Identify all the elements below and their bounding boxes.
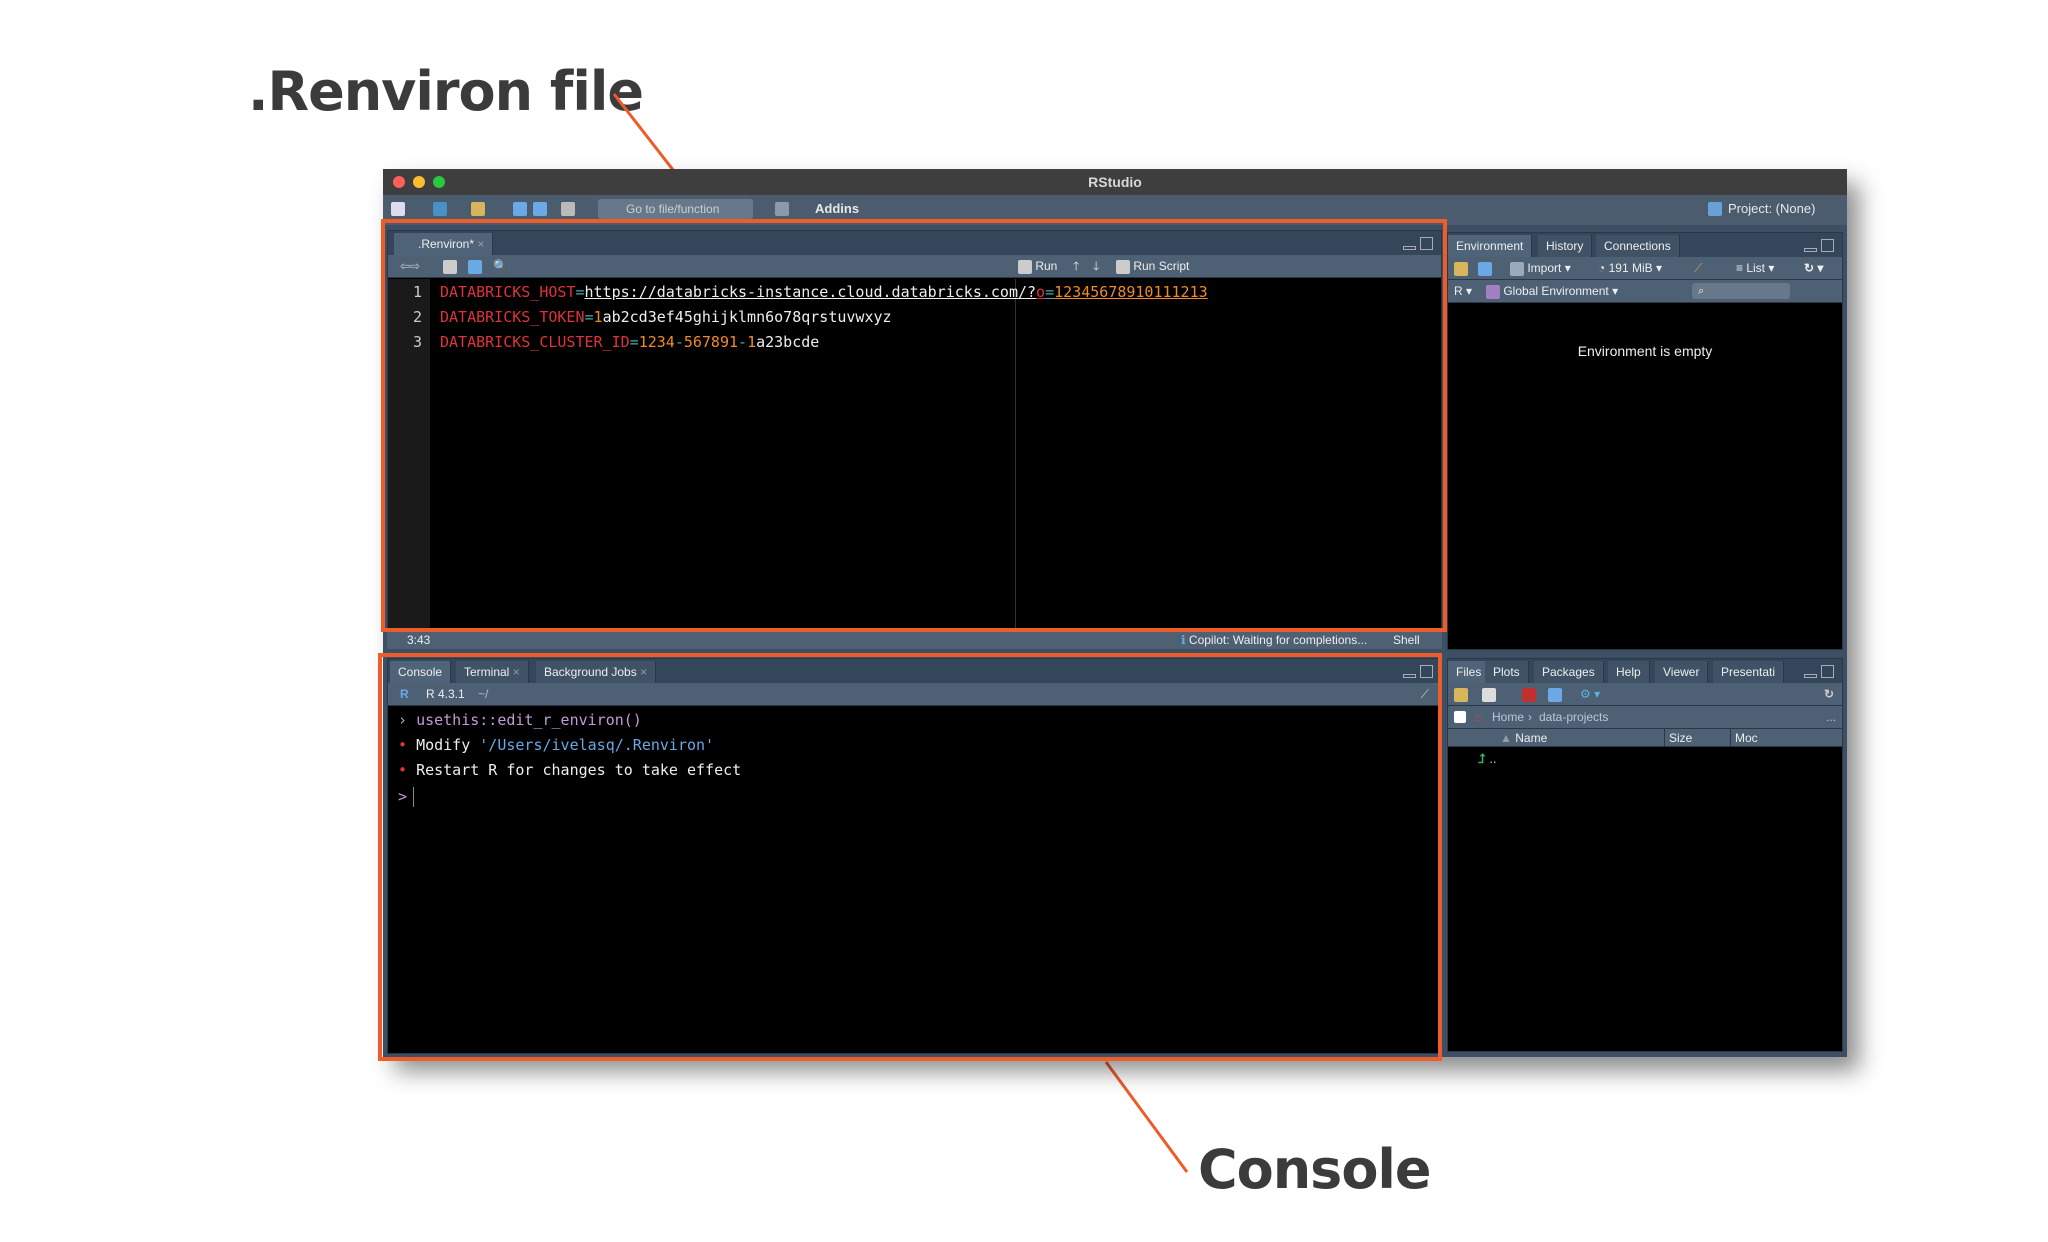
breadcrumb-home[interactable]: Home: [1492, 706, 1524, 729]
delete-file-icon[interactable]: [1522, 688, 1536, 702]
environment-tabs: Environment History Connections: [1448, 233, 1842, 257]
tab-files[interactable]: Files: [1448, 661, 1491, 683]
new-blank-file-icon[interactable]: [1482, 688, 1496, 702]
tab-connections[interactable]: Connections: [1596, 235, 1680, 257]
tab-history[interactable]: History: [1538, 235, 1593, 257]
save-icon[interactable]: [513, 202, 527, 216]
load-workspace-icon[interactable]: [1454, 262, 1468, 276]
language-select[interactable]: R ▾: [1454, 280, 1472, 303]
new-project-icon[interactable]: [433, 202, 447, 216]
copilot-status: ℹ Copilot: Waiting for completions...: [1181, 633, 1368, 647]
cursor-position: 3:43: [407, 633, 431, 647]
goto-file-input[interactable]: Go to file/function: [598, 199, 753, 219]
file-type-select[interactable]: Shell: [1393, 631, 1420, 649]
renviron-highlight-box: [381, 219, 1447, 632]
environment-toolbar: Import ▾ ◔ 191 MiB ▾ ⟋ ≡ List ▾ ↻ ▾: [1448, 257, 1842, 280]
close-window-button[interactable]: [393, 176, 405, 188]
environment-empty-message: Environment is empty: [1577, 343, 1713, 359]
home-icon[interactable]: ⌂: [1474, 706, 1481, 729]
r-project-icon: [1708, 202, 1722, 216]
save-workspace-icon[interactable]: [1478, 262, 1492, 276]
refresh-icon[interactable]: ↻ ▾: [1804, 257, 1823, 280]
list-view-button[interactable]: ≡ List ▾: [1736, 257, 1774, 280]
new-file-icon[interactable]: [391, 202, 405, 216]
column-modified[interactable]: Moc: [1730, 729, 1758, 747]
window-title: RStudio: [1088, 174, 1142, 190]
editor-status-bar: 3:43 ℹ Copilot: Waiting for completions.…: [387, 631, 1442, 649]
tab-presentation[interactable]: Presentati: [1713, 661, 1785, 683]
environment-icon: [1486, 284, 1500, 299]
memory-usage-button[interactable]: ◔ 191 MiB ▾: [1598, 257, 1662, 280]
global-environment-select[interactable]: Global Environment ▾: [1486, 280, 1618, 303]
tab-help[interactable]: Help: [1608, 661, 1650, 683]
open-file-icon[interactable]: [471, 202, 485, 216]
files-breadcrumb: ⌂ Home › data-projects ...: [1448, 706, 1842, 729]
files-pane: Files Plots Packages Help Viewer Present…: [1447, 658, 1843, 1052]
column-size[interactable]: Size: [1664, 729, 1692, 747]
save-all-icon[interactable]: [533, 202, 547, 216]
grid-layout-icon[interactable]: [775, 202, 789, 216]
new-folder-icon[interactable]: [1454, 688, 1468, 702]
import-icon: [1510, 261, 1524, 276]
gear-icon[interactable]: ⚙ ▾: [1580, 683, 1600, 706]
up-arrow-icon: ⮥: [1478, 751, 1486, 766]
rename-file-icon[interactable]: [1548, 688, 1562, 702]
files-toolbar: ⚙ ▾ ↻: [1448, 683, 1842, 706]
pie-chart-icon: ◔: [1598, 261, 1606, 275]
breadcrumb-data-projects[interactable]: data-projects: [1539, 706, 1608, 729]
tab-packages[interactable]: Packages: [1534, 661, 1604, 683]
tab-viewer[interactable]: Viewer: [1655, 661, 1709, 683]
print-icon[interactable]: [561, 202, 575, 216]
tab-plots[interactable]: Plots: [1485, 661, 1529, 683]
refresh-icon[interactable]: ↻: [1824, 683, 1834, 706]
environment-scope-bar: R ▾ Global Environment ▾ ⌕: [1448, 280, 1842, 303]
more-path-button[interactable]: ...: [1826, 706, 1836, 729]
environment-pane: Environment History Connections Import ▾…: [1447, 232, 1843, 650]
project-menu[interactable]: Project: (None): [1728, 201, 1815, 217]
minimize-window-button[interactable]: [413, 176, 425, 188]
import-dataset-button[interactable]: Import ▾: [1510, 257, 1571, 280]
title-bar: RStudio: [383, 169, 1847, 195]
minimize-maximize-icons[interactable]: [1804, 239, 1834, 252]
files-tabs: Files Plots Packages Help Viewer Present…: [1448, 659, 1842, 683]
broom-clear-icon[interactable]: ⟋: [1694, 257, 1702, 280]
breadcrumb-separator: ›: [1528, 710, 1532, 724]
select-all-checkbox[interactable]: [1454, 711, 1466, 723]
environment-search-input[interactable]: ⌕: [1692, 283, 1790, 299]
minimize-maximize-icons[interactable]: [1804, 665, 1834, 678]
console-pointer-line: [1104, 1061, 1189, 1173]
file-row-parent[interactable]: ⮥ ..: [1478, 751, 1497, 767]
console-highlight-box: [378, 653, 1442, 1061]
info-icon: ℹ: [1181, 633, 1186, 647]
addins-menu[interactable]: Addins: [815, 201, 859, 217]
files-table-header: ▲ Name Size Moc: [1448, 729, 1842, 747]
tab-environment[interactable]: Environment: [1448, 235, 1533, 257]
zoom-window-button[interactable]: [433, 176, 445, 188]
column-name[interactable]: ▲ Name: [1500, 729, 1547, 747]
